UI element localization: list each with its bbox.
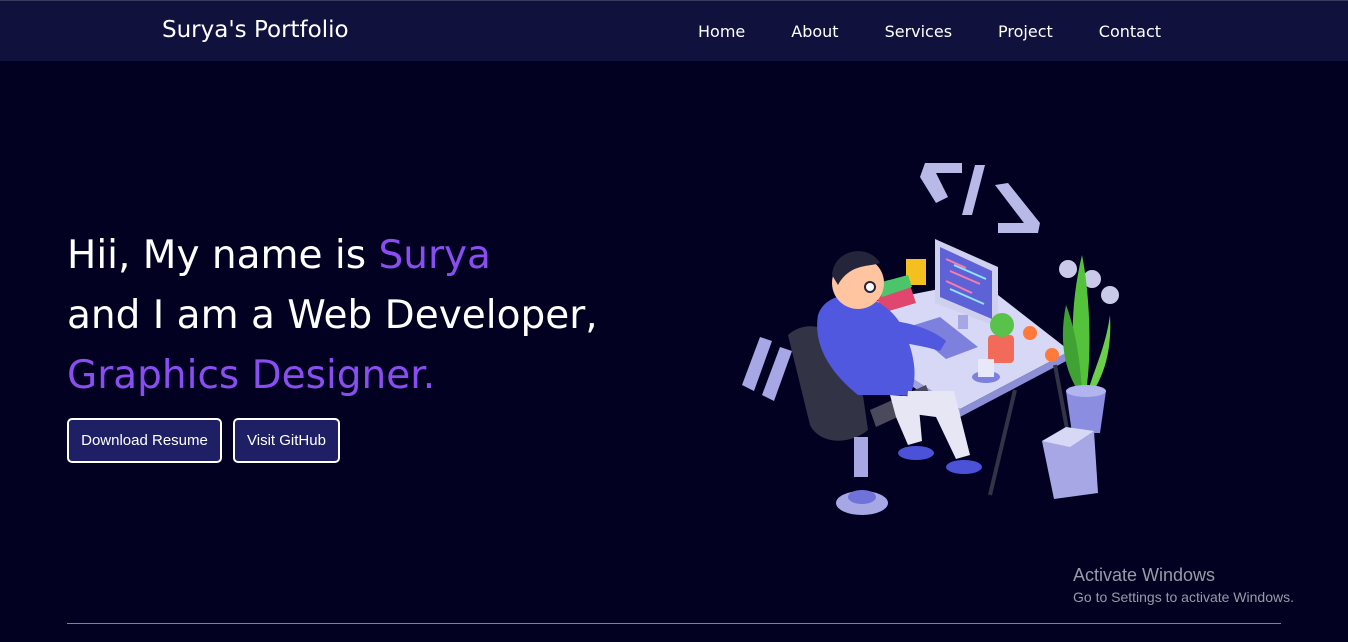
- hero-heading: Hii, My name is Surya and I am a Web Dev…: [67, 226, 598, 406]
- hero-line-3: Graphics Designer.: [67, 353, 436, 398]
- brand-logo-text[interactable]: Surya's Portfolio: [162, 17, 349, 43]
- nav-link-project[interactable]: Project: [998, 22, 1053, 41]
- hero-name: Surya: [378, 233, 491, 278]
- section-divider: [67, 623, 1281, 624]
- hero-line-1: Hii, My name is Surya: [67, 226, 598, 286]
- nav-links: Home About Services Project Contact: [698, 22, 1161, 41]
- watermark-title: Activate Windows: [1073, 565, 1216, 585]
- nav-link-about[interactable]: About: [791, 22, 838, 41]
- hero-line-2: and I am a Web Developer,: [67, 293, 598, 338]
- watermark-subtitle: Go to Settings to activate Windows.: [1073, 589, 1294, 605]
- nav-link-contact[interactable]: Contact: [1099, 22, 1161, 41]
- developer-illustration: [740, 155, 1130, 520]
- nav-link-services[interactable]: Services: [885, 22, 952, 41]
- nav-link-home[interactable]: Home: [698, 22, 745, 41]
- developer-at-desk-icon: [742, 163, 1119, 515]
- download-resume-button[interactable]: Download Resume: [67, 418, 222, 463]
- windows-activation-watermark: Activate Windows Go to Settings to activ…: [1073, 565, 1294, 605]
- hero-greeting: Hii, My name is: [67, 233, 379, 278]
- visit-github-button[interactable]: Visit GitHub: [233, 418, 340, 463]
- navbar: Surya's Portfolio Home About Services Pr…: [0, 0, 1348, 61]
